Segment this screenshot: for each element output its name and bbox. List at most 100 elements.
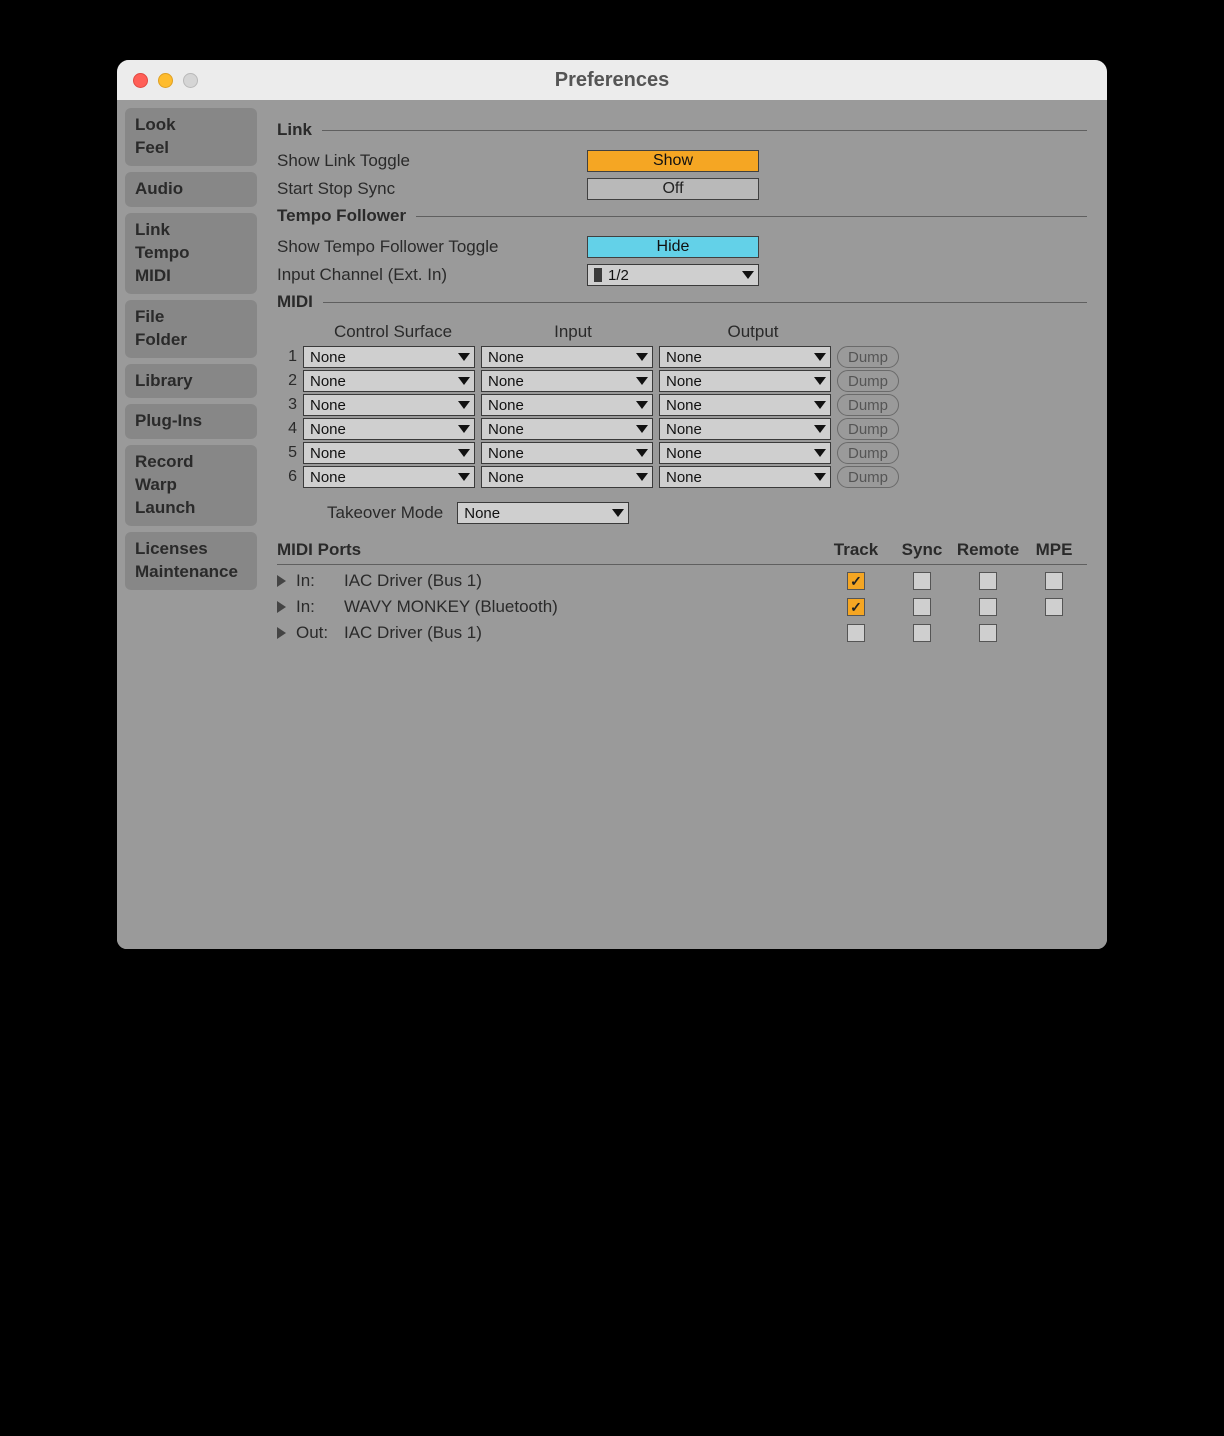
section-title: Tempo Follower (277, 206, 406, 226)
label: Start Stop Sync (277, 179, 587, 199)
row-number: 4 (277, 420, 297, 438)
minimize-icon[interactable] (158, 73, 173, 88)
window-title: Preferences (117, 69, 1107, 92)
port-direction: In: (296, 597, 344, 617)
disclosure-triangle-icon[interactable] (277, 575, 286, 587)
divider (323, 302, 1087, 303)
close-icon[interactable] (133, 73, 148, 88)
input-dropdown[interactable]: None (481, 394, 653, 416)
control-surface-dropdown[interactable]: None (303, 442, 475, 464)
cell-remote (955, 624, 1021, 642)
control-surface-dropdown[interactable]: None (303, 394, 475, 416)
mpe-checkbox[interactable] (1045, 598, 1063, 616)
control-surface-dropdown[interactable]: None (303, 346, 475, 368)
cell-remote (955, 572, 1021, 590)
cell-track (823, 624, 889, 642)
col-track: Track (823, 540, 889, 560)
sidebar-item-6[interactable]: RecordWarpLaunch (125, 445, 257, 526)
control-surface-row: 6NoneNoneNoneDump (277, 466, 1087, 488)
sidebar-item-label: Record (135, 451, 247, 474)
chevron-down-icon (814, 425, 826, 433)
input-dropdown[interactable]: None (481, 466, 653, 488)
midi-ports-title: MIDI Ports (277, 540, 823, 560)
port-direction: In: (296, 571, 344, 591)
control-surface-dropdown[interactable]: None (303, 370, 475, 392)
cell-sync (889, 624, 955, 642)
sync-checkbox[interactable] (913, 572, 931, 590)
sidebar-item-label: File (135, 306, 247, 329)
track-checkbox[interactable] (847, 572, 865, 590)
content: Link Show Link Toggle Show Start Stop Sy… (257, 100, 1107, 949)
mpe-checkbox[interactable] (1045, 572, 1063, 590)
midi-port-rows: In:IAC Driver (Bus 1)In:WAVY MONKEY (Blu… (277, 571, 1087, 643)
input-dropdown[interactable]: None (481, 442, 653, 464)
section-title: MIDI (277, 292, 313, 312)
cell-remote (955, 598, 1021, 616)
disclosure-triangle-icon[interactable] (277, 601, 286, 613)
chevron-down-icon (636, 401, 648, 409)
sidebar-item-0[interactable]: LookFeel (125, 108, 257, 166)
sidebar-item-label: Warp (135, 474, 247, 497)
dropdown-value: None (488, 373, 524, 390)
remote-checkbox[interactable] (979, 598, 997, 616)
dropdown-value: None (488, 349, 524, 366)
output-dropdown[interactable]: None (659, 394, 831, 416)
input-dropdown[interactable]: None (481, 418, 653, 440)
midi-ports-header: MIDI Ports Track Sync Remote MPE (277, 540, 1087, 565)
sidebar-item-5[interactable]: Plug-Ins (125, 404, 257, 439)
output-dropdown[interactable]: None (659, 370, 831, 392)
dump-button[interactable]: Dump (837, 442, 899, 464)
dump-button[interactable]: Dump (837, 418, 899, 440)
sync-checkbox[interactable] (913, 598, 931, 616)
preferences-window: Preferences LookFeel Audio LinkTempoMIDI Fi… (117, 60, 1107, 949)
label: Show Link Toggle (277, 151, 587, 171)
chevron-down-icon (636, 425, 648, 433)
output-dropdown[interactable]: None (659, 466, 831, 488)
chevron-down-icon (458, 449, 470, 457)
track-checkbox[interactable] (847, 624, 865, 642)
row-start-stop-sync: Start Stop Sync Off (277, 178, 1087, 200)
dump-button[interactable]: Dump (837, 346, 899, 368)
show-link-toggle-button[interactable]: Show (587, 150, 759, 172)
dropdown-value: None (310, 469, 346, 486)
sidebar-item-1[interactable]: Audio (125, 172, 257, 207)
start-stop-sync-button[interactable]: Off (587, 178, 759, 200)
remote-checkbox[interactable] (979, 624, 997, 642)
chevron-down-icon (636, 449, 648, 457)
sidebar-item-7[interactable]: LicensesMaintenance (125, 532, 257, 590)
sidebar-item-label: Maintenance (135, 561, 247, 584)
takeover-mode-dropdown[interactable]: None (457, 502, 629, 524)
chevron-down-icon (458, 473, 470, 481)
row-input-channel: Input Channel (Ext. In) 1/2 (277, 264, 1087, 286)
remote-checkbox[interactable] (979, 572, 997, 590)
dropdown-value: None (488, 397, 524, 414)
chevron-down-icon (814, 401, 826, 409)
control-surface-dropdown[interactable]: None (303, 466, 475, 488)
input-dropdown[interactable]: None (481, 346, 653, 368)
output-dropdown[interactable]: None (659, 442, 831, 464)
control-surface-row: 5NoneNoneNoneDump (277, 442, 1087, 464)
dropdown-value: None (666, 445, 702, 462)
divider (416, 216, 1087, 217)
level-meter-icon (594, 268, 602, 282)
disclosure-triangle-icon[interactable] (277, 627, 286, 639)
sidebar-item-2[interactable]: LinkTempoMIDI (125, 213, 257, 294)
input-dropdown[interactable]: None (481, 370, 653, 392)
dump-button[interactable]: Dump (837, 370, 899, 392)
track-checkbox[interactable] (847, 598, 865, 616)
dump-button[interactable]: Dump (837, 466, 899, 488)
show-tempo-follower-button[interactable]: Hide (587, 236, 759, 258)
sidebar-item-3[interactable]: FileFolder (125, 300, 257, 358)
dropdown-value: None (310, 373, 346, 390)
dropdown-value: None (310, 349, 346, 366)
dump-button[interactable]: Dump (837, 394, 899, 416)
control-surface-dropdown[interactable]: None (303, 418, 475, 440)
titlebar: Preferences (117, 60, 1107, 100)
output-dropdown[interactable]: None (659, 346, 831, 368)
sidebar-item-4[interactable]: Library (125, 364, 257, 399)
zoom-icon[interactable] (183, 73, 198, 88)
dropdown-value: 1/2 (608, 267, 629, 284)
input-channel-dropdown[interactable]: 1/2 (587, 264, 759, 286)
output-dropdown[interactable]: None (659, 418, 831, 440)
sync-checkbox[interactable] (913, 624, 931, 642)
